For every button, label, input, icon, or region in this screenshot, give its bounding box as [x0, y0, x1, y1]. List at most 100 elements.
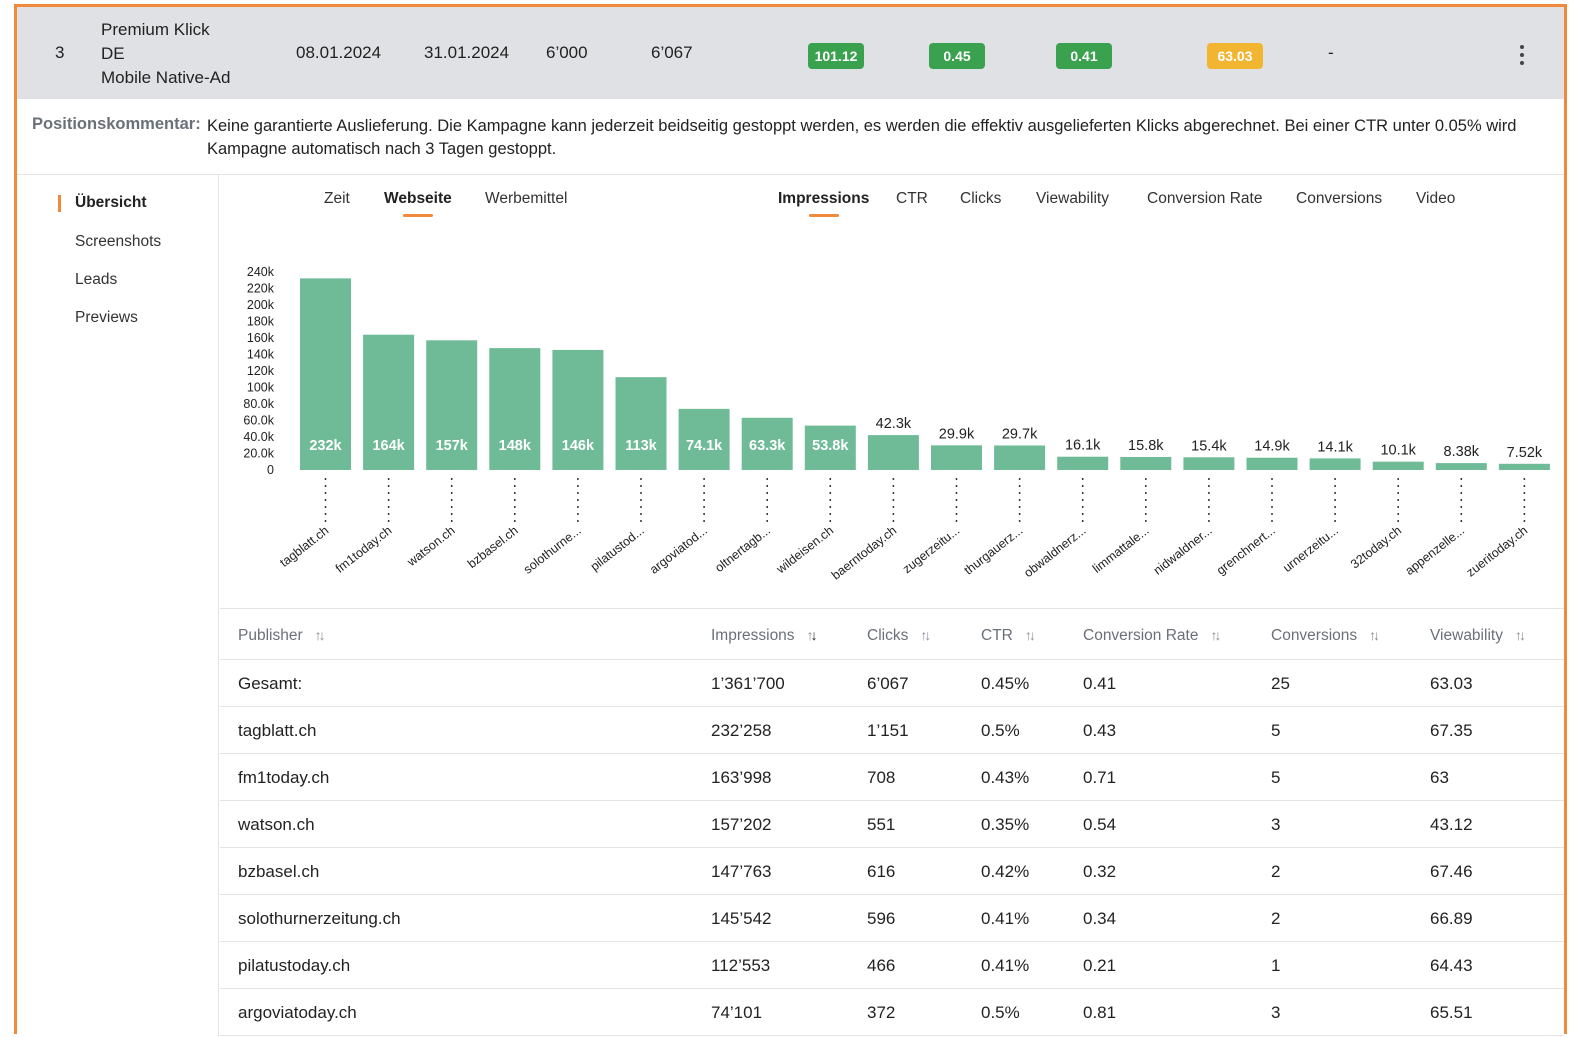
cell-conversion-rate: 0.34 [1083, 909, 1117, 928]
tab-zeit[interactable]: Zeit [324, 190, 350, 208]
col-clicks[interactable]: Clicks ↑↓ [867, 627, 931, 645]
cell-clicks: 1’151 [867, 721, 909, 740]
y-tick-label: 140k [247, 348, 275, 362]
sidebar-item-screenshots[interactable]: Screenshots [75, 233, 161, 251]
x-tick-label: zueritoday.ch [1464, 523, 1531, 579]
cell-clicks: 6’067 [867, 674, 909, 693]
position-row[interactable]: 3 Premium Klick DE Mobile Native-Ad 08.0… [17, 7, 1564, 99]
cell-conversions: 25 [1271, 674, 1290, 693]
bar-value-label: 16.1k [1065, 438, 1101, 454]
cell-ctr: 0.5% [981, 721, 1020, 740]
bar-value-label: 7.52k [1507, 445, 1543, 461]
x-tick-label: tagblatt.ch [277, 523, 331, 570]
y-tick-label: 240k [247, 265, 275, 279]
tab-impressions[interactable]: Impressions [778, 190, 869, 217]
bar [931, 445, 982, 470]
cell-publisher: bzbasel.ch [238, 862, 320, 881]
cell-publisher: fm1today.ch [238, 768, 330, 787]
col-impressions-label: Impressions [711, 627, 795, 644]
table-row: argoviatoday.ch 74’101 372 0.5% 0.81 3 65.51 [220, 989, 1564, 1036]
bar-value-label: 232k [309, 438, 342, 454]
cell-ctr: 0.35% [981, 815, 1030, 834]
cell-clicks: 708 [867, 768, 896, 787]
tab-conversions[interactable]: Conversions [1296, 190, 1382, 208]
cell-impressions: 163’998 [711, 768, 772, 787]
bar [867, 435, 919, 470]
bar-value-label: 29.7k [1002, 426, 1038, 442]
tab-viewability-label: Viewability [1036, 190, 1109, 207]
bar [1498, 463, 1550, 470]
tab-conversion-rate-label: Conversion Rate [1147, 190, 1263, 207]
x-tick-label: wildeisen.ch [773, 523, 836, 577]
col-clicks-label: Clicks [867, 627, 909, 644]
tab-ctr[interactable]: CTR [896, 190, 928, 208]
col-impressions[interactable]: Impressions ↑↓ [711, 627, 818, 645]
y-tick-label: 0 [267, 463, 274, 477]
cell-conversion-rate: 0.81 [1083, 1003, 1117, 1022]
y-tick-label: 40.0k [243, 430, 274, 444]
x-tick-label: obwaldnerz... [1021, 523, 1088, 580]
cell-impressions: 147’763 [711, 862, 772, 881]
cell-impressions: 145’542 [711, 909, 772, 928]
bar-value-label: 53.8k [812, 438, 849, 454]
tab-clicks[interactable]: Clicks [960, 190, 1001, 208]
x-tick-label: argoviatod... [647, 523, 710, 576]
cell-conversion-rate: 0.43 [1083, 721, 1117, 740]
y-tick-label: 120k [247, 364, 275, 378]
cell-conversion-rate: 0.21 [1083, 956, 1117, 975]
col-ctr-label: CTR [981, 627, 1013, 644]
col-conversions[interactable]: Conversions ↑↓ [1271, 627, 1380, 645]
tab-viewability[interactable]: Viewability [1036, 190, 1109, 208]
booked-quantity: 6’000 [546, 43, 588, 62]
position-name-line-3: Mobile Native-Ad [101, 68, 231, 87]
x-tick-label: solothurne... [521, 523, 584, 576]
cell-publisher: argoviatoday.ch [238, 1003, 357, 1022]
sort-desc-icon: ↑↓ [806, 627, 818, 643]
col-conversions-label: Conversions [1271, 627, 1358, 644]
cell-viewability: 67.46 [1430, 862, 1473, 881]
tab-webseite[interactable]: Webseite [384, 190, 452, 217]
col-viewability[interactable]: Viewability ↑↓ [1430, 627, 1526, 645]
delivered-quantity: 6’067 [651, 43, 693, 62]
x-tick-label: grenchnert... [1214, 523, 1278, 577]
table-row: solothurnerzeitung.ch 145’542 596 0.41% 0.34… [220, 895, 1564, 942]
cell-ctr: 0.45% [981, 674, 1030, 693]
tab-werbemittel[interactable]: Werbemittel [485, 190, 567, 208]
table-row: bzbasel.ch 147’763 616 0.42% 0.32 2 67.46 [220, 848, 1564, 895]
cell-conversion-rate: 0.54 [1083, 815, 1117, 834]
sidebar-item-uebersicht[interactable]: Übersicht [75, 194, 147, 212]
cell-viewability: 63.03 [1430, 674, 1473, 693]
tab-conversions-label: Conversions [1296, 190, 1383, 207]
sidebar-item-leads[interactable]: Leads [75, 271, 117, 289]
x-tick-label: limmattale... [1090, 523, 1152, 576]
bar-value-label: 8.38k [1444, 444, 1480, 460]
table-row: watson.ch 157’202 551 0.35% 0.54 3 43.12 [220, 801, 1564, 848]
col-publisher[interactable]: Publisher ↑↓ [238, 627, 326, 645]
cell-viewability: 67.35 [1430, 721, 1473, 740]
bar-value-label: 42.3k [876, 416, 912, 432]
x-tick-label: zugerzeitu... [900, 523, 962, 576]
cell-conversion-rate: 0.32 [1083, 862, 1117, 881]
table-header: Publisher ↑↓ Impressions ↑↓ Clicks ↑↓ CTR ↑↓… [220, 608, 1564, 660]
cell-impressions: 157’202 [711, 815, 772, 834]
cell-clicks: 466 [867, 956, 896, 975]
col-conversion-rate[interactable]: Conversion Rate ↑↓ [1083, 627, 1221, 645]
table-row: pilatustoday.ch 112’553 466 0.41% 0.21 1 64.43 [220, 942, 1564, 989]
tab-conversion-rate[interactable]: Conversion Rate [1147, 190, 1262, 208]
tab-werbemittel-label: Werbemittel [485, 190, 568, 207]
col-conversion-rate-label: Conversion Rate [1083, 627, 1199, 644]
more-options-icon[interactable] [1520, 45, 1526, 65]
cell-ctr: 0.42% [981, 862, 1030, 881]
cell-clicks: 596 [867, 909, 896, 928]
cell-conversions: 3 [1271, 1003, 1281, 1022]
col-ctr[interactable]: CTR ↑↓ [981, 627, 1036, 645]
tab-video[interactable]: Video [1416, 190, 1455, 208]
bar-value-label: 146k [562, 438, 595, 454]
cell-ctr: 0.43% [981, 768, 1030, 787]
sidebar-item-previews[interactable]: Previews [75, 309, 138, 327]
bar [1372, 461, 1424, 470]
bar [615, 377, 667, 470]
bar-value-label: 148k [499, 438, 532, 454]
x-tick-label: appenzelle... [1403, 523, 1467, 578]
cell-impressions: 112’553 [711, 956, 771, 975]
